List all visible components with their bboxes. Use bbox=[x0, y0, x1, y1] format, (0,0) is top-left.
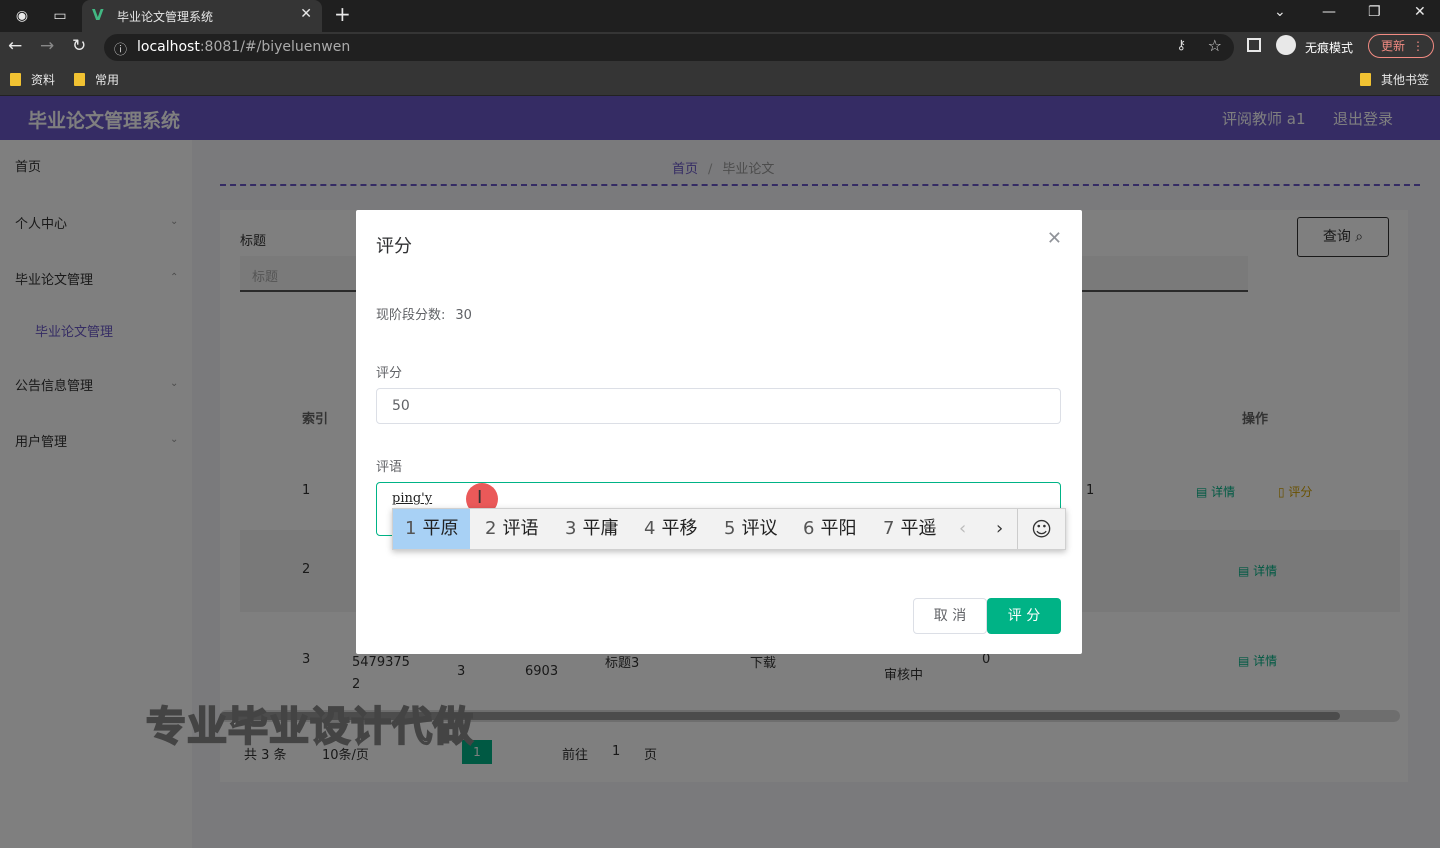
forward-icon[interactable]: → bbox=[40, 36, 54, 56]
reload-icon[interactable]: ↻ bbox=[72, 36, 86, 56]
back-icon[interactable]: ← bbox=[8, 36, 22, 56]
close-icon[interactable]: ✕ bbox=[1047, 228, 1062, 249]
browser-toolbar: ← → ↻ ⓘ localhost:8081/#/biyeluenwen ⚷ ☆… bbox=[0, 32, 1440, 62]
restore-icon[interactable]: ❐ bbox=[1368, 4, 1381, 20]
globe-icon[interactable]: ◉ bbox=[12, 6, 32, 26]
ime-candidate-bar: 1 平原 2 评语 3 平庸 4 平移 5 评议 6 平阳 7 平遥 ‹ › ☺ bbox=[392, 508, 1066, 550]
ime-candidate-6[interactable]: 6 平阳 bbox=[791, 509, 868, 549]
ime-candidate-1[interactable]: 1 平原 bbox=[393, 509, 471, 549]
comment-label: 评语 bbox=[376, 460, 403, 475]
incognito-icon[interactable] bbox=[1276, 35, 1296, 55]
submit-grade-button[interactable]: 评 分 bbox=[987, 598, 1061, 634]
url-text: localhost:8081/#/biyeluenwen bbox=[137, 39, 351, 55]
folder-icon bbox=[74, 73, 85, 86]
site-info-icon[interactable]: ⓘ bbox=[114, 39, 127, 58]
dialog-title: 评分 bbox=[376, 236, 412, 257]
close-window-icon[interactable]: ✕ bbox=[1414, 4, 1426, 20]
tab-list-icon[interactable]: ▭ bbox=[50, 6, 70, 26]
ime-candidate-3[interactable]: 3 平庸 bbox=[553, 509, 630, 549]
update-button[interactable]: 更新 ⋮ bbox=[1368, 34, 1434, 58]
address-bar[interactable]: ⓘ localhost:8081/#/biyeluenwen ⚷ ☆ bbox=[104, 34, 1234, 61]
menu-dots-icon: ⋮ bbox=[1412, 39, 1424, 53]
cancel-button[interactable]: 取 消 bbox=[913, 598, 987, 634]
browser-tabbar: ◉ ▭ V 毕业论文管理系统 ✕ + ⌄ — ❐ ✕ bbox=[0, 0, 1440, 32]
ime-candidate-5[interactable]: 5 评议 bbox=[712, 509, 789, 549]
tab-title: 毕业论文管理系统 bbox=[117, 10, 214, 24]
folder-icon bbox=[1360, 73, 1371, 86]
emoji-icon[interactable]: ☺ bbox=[1017, 509, 1065, 549]
password-key-icon[interactable]: ⚷ bbox=[1176, 38, 1186, 53]
tab-close-icon[interactable]: ✕ bbox=[300, 6, 312, 22]
ime-candidate-4[interactable]: 4 平移 bbox=[632, 509, 709, 549]
ime-composition-text: ping'y bbox=[392, 491, 433, 506]
chevron-left-icon[interactable]: ‹ bbox=[959, 518, 966, 539]
score-label: 评分 bbox=[376, 366, 403, 381]
bookmark-star-icon[interactable]: ☆ bbox=[1208, 36, 1222, 55]
incognito-label: 无痕模式 bbox=[1305, 41, 1354, 55]
current-score: 现阶段分数: 30 bbox=[376, 308, 472, 323]
browser-tab[interactable]: V 毕业论文管理系统 ✕ bbox=[82, 0, 322, 32]
other-bookmarks[interactable]: 其他书签 bbox=[1360, 71, 1429, 88]
sidepanel-icon[interactable] bbox=[1247, 38, 1261, 52]
grade-dialog: 评分 ✕ 现阶段分数: 30 评分 50 评语 ping'y I 取 消 评 分 bbox=[356, 210, 1082, 654]
folder-icon bbox=[10, 73, 21, 86]
bookmark-folder-1[interactable]: 资料 bbox=[10, 71, 55, 88]
new-tab-icon[interactable]: + bbox=[334, 2, 351, 26]
vue-logo-icon: V bbox=[92, 6, 104, 24]
minimize-icon[interactable]: — bbox=[1322, 4, 1336, 20]
chevron-right-icon[interactable]: › bbox=[996, 518, 1003, 539]
bookmarks-bar: 资料 常用 其他书签 bbox=[0, 62, 1440, 96]
tab-search-icon[interactable]: ⌄ bbox=[1274, 4, 1286, 20]
ime-candidate-2[interactable]: 2 评语 bbox=[473, 509, 550, 549]
watermark-text: 专业毕业设计代做 bbox=[145, 703, 474, 751]
bookmark-folder-2[interactable]: 常用 bbox=[74, 71, 119, 88]
ime-candidate-7[interactable]: 7 平遥 bbox=[871, 509, 948, 549]
score-input[interactable]: 50 bbox=[376, 388, 1061, 424]
